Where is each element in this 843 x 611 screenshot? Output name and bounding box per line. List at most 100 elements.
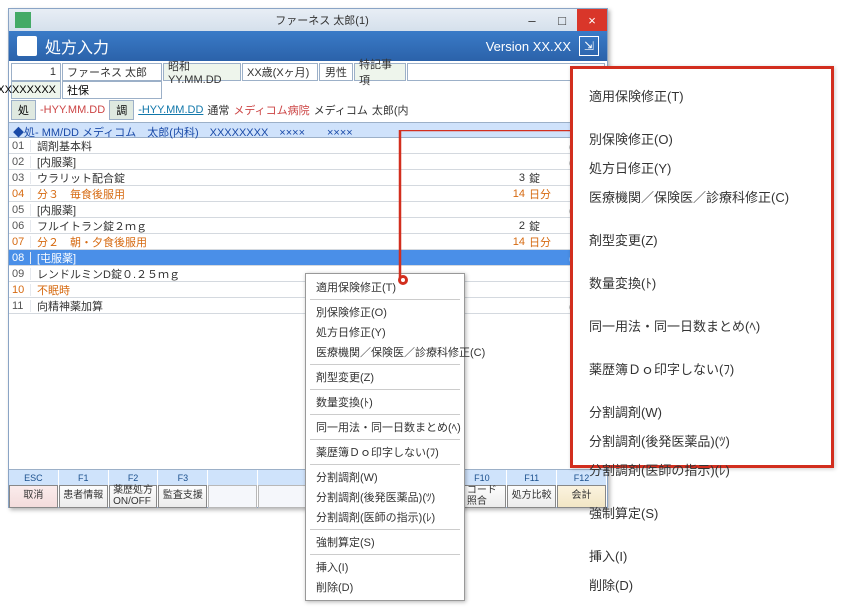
context-menu-item[interactable]: 薬歴簿Ｄｏ印字しない(ﾌ) <box>306 442 464 462</box>
context-menu-item[interactable]: 数量変換(ﾄ) <box>306 392 464 412</box>
enlarged-menu-item: 挿入(I) <box>583 541 821 570</box>
patient-dob: 昭和YY.MM.DD <box>163 63 241 81</box>
row-line-no: 09 <box>9 268 31 280</box>
header-bar: 処方入力 Version XX.XX ⇲ <box>9 31 607 61</box>
row-line-no: 08 <box>9 252 31 264</box>
prescription-line: 処 -HYY.MM.DD 調 -HYY.MM.DD 通常 メディコム病院 メディ… <box>9 100 607 122</box>
context-menu-item[interactable]: 適用保険修正(T) <box>306 277 464 297</box>
context-menu-item[interactable]: 剤型変更(Z) <box>306 367 464 387</box>
context-menu-item[interactable]: 医療機関／保険医／診療科修正(C) <box>306 342 464 362</box>
row-unit: 日分 <box>527 186 567 202</box>
table-row[interactable]: 04分３ 毎食後服用14日分 <box>9 186 607 202</box>
fkey-label: ESC <box>9 470 59 485</box>
table-row[interactable]: 01調剤基本料(基A) <box>9 138 607 154</box>
fkey-button[interactable]: 処方比較 <box>507 485 556 508</box>
table-row[interactable]: 03ウラリット配合錠3錠 <box>9 170 607 186</box>
minimize-button[interactable]: – <box>517 9 547 31</box>
table-row[interactable]: 06フルイトラン錠２ｍｇ2錠 <box>9 218 607 234</box>
patient-row-1: 1 ファーネス 太郎 昭和YY.MM.DD XX歳(Xヶ月) 男性 特記事項 <box>9 61 607 81</box>
patient-sex: 男性 <box>319 63 353 81</box>
row-desc: [内服薬] <box>31 154 467 170</box>
row-desc: 分２ 朝・夕食後服用 <box>31 234 467 250</box>
enlarged-menu-item: 数量変換(ﾄ) <box>583 268 821 297</box>
enlarged-menu-item: 削除(D) <box>583 570 821 599</box>
fkey-button[interactable]: 監査支援 <box>158 485 207 508</box>
pill-tyo: 調 <box>109 100 134 120</box>
row-line-no: 10 <box>9 284 31 296</box>
context-menu-item[interactable]: 分割調剤(後発医薬品)(ﾂ) <box>306 487 464 507</box>
patient-row-2: XXXXXXXX 社保 <box>9 81 607 100</box>
row-unit: 錠 <box>527 170 567 186</box>
version-label: Version XX.XX <box>486 39 571 54</box>
table-row[interactable]: 02[内服薬](内) <box>9 154 607 170</box>
ins-code: XXXXXXXX <box>11 81 61 99</box>
patient-age: XX歳(Xヶ月) <box>242 63 318 81</box>
table-row[interactable]: 08[屯服薬](屯) <box>9 250 607 266</box>
context-menu-item[interactable]: 分割調剤(W) <box>306 467 464 487</box>
enlarged-menu: 適用保険修正(T)別保険修正(O)処方日修正(Y)医療機関／保険医／診療科修正(… <box>570 66 834 468</box>
row-qty: 14 <box>467 236 527 248</box>
context-menu-item[interactable]: 別保険修正(O) <box>306 302 464 322</box>
doctor: 太郎(内 <box>372 102 409 118</box>
row-qty: 14 <box>467 188 527 200</box>
context-menu-item[interactable]: 処方日修正(Y) <box>306 322 464 342</box>
tyo-date: -HYY.MM.DD <box>138 104 203 116</box>
row-desc: [屯服薬] <box>31 250 467 266</box>
row-desc: フルイトラン錠２ｍｇ <box>31 218 467 234</box>
row-qty: 2 <box>467 220 527 232</box>
enlarged-menu-item: 剤型変更(Z) <box>583 225 821 254</box>
row-line-no: 06 <box>9 220 31 232</box>
title-bar: ファーネス 太郎(1) – □ × <box>9 9 607 31</box>
row-unit: 錠 <box>527 218 567 234</box>
hospital: メディコム病院 <box>233 102 309 118</box>
row-line-no: 03 <box>9 172 31 184</box>
context-menu-item[interactable]: 同一用法・同一日数まとめ(ﾍ) <box>306 417 464 437</box>
fkey-label: F1 <box>59 470 109 485</box>
context-menu-item[interactable]: 削除(D) <box>306 577 464 597</box>
row-desc: [内服薬] <box>31 202 467 218</box>
enlarged-menu-item: 医療機関／保険医／診療科修正(C) <box>583 182 821 211</box>
context-menu-item[interactable]: 挿入(I) <box>306 557 464 577</box>
enlarged-menu-item: 強制算定(S) <box>583 498 821 527</box>
fkey-button <box>208 485 257 508</box>
context-menu: 適用保険修正(T) 別保険修正(O)処方日修正(Y)医療機関／保険医／診療科修正(… <box>305 273 465 601</box>
note-label: 特記事項 <box>354 63 406 81</box>
close-button[interactable]: × <box>577 9 607 31</box>
status: 通常 <box>207 102 229 118</box>
table-row[interactable]: 07分２ 朝・夕食後服用14日分 <box>9 234 607 250</box>
ins-type: 社保 <box>62 81 162 99</box>
enlarged-menu-inner: 適用保険修正(T)別保険修正(O)処方日修正(Y)医療機関／保険医／診療科修正(… <box>573 69 831 611</box>
expand-button[interactable]: ⇲ <box>579 36 599 56</box>
row-desc: 調剤基本料 <box>31 138 467 154</box>
enlarged-menu-item: 薬歴簿Ｄｏ印字しない(ﾌ) <box>583 354 821 383</box>
context-menu-item[interactable]: 分割調剤(医師の指示)(ﾚ) <box>306 507 464 527</box>
fkey-button[interactable]: 薬歴処方ON/OFF <box>109 485 158 508</box>
enlarged-menu-item: 同一用法・同一日数まとめ(ﾍ) <box>583 311 821 340</box>
table-row[interactable]: 05[内服薬](内) <box>9 202 607 218</box>
context-menu-item[interactable]: 強制算定(S) <box>306 532 464 552</box>
screen-title: 処方入力 <box>45 34 486 58</box>
patient-name: ファーネス 太郎 <box>62 63 162 81</box>
row-line-no: 11 <box>9 300 31 312</box>
row-qty: 3 <box>467 172 527 184</box>
row-line-no: 04 <box>9 188 31 200</box>
fkey-label: F11 <box>507 470 557 485</box>
enlarged-menu-item: 処方日修正(Y) <box>583 153 821 182</box>
pill-rx: 処 <box>11 100 36 120</box>
fkey-label <box>258 470 308 485</box>
row-line-no: 02 <box>9 156 31 168</box>
row-line-no: 07 <box>9 236 31 248</box>
enlarged-menu-item: 別保険修正(O) <box>583 124 821 153</box>
row-line-no: 05 <box>9 204 31 216</box>
avatar-icon <box>17 36 37 56</box>
patient-no: 1 <box>11 63 61 81</box>
fkey-label: F3 <box>158 470 208 485</box>
enlarged-menu-item: 分割調剤(後発医薬品)(ﾂ) <box>583 426 821 455</box>
row-desc: ウラリット配合錠 <box>31 170 467 186</box>
maximize-button[interactable]: □ <box>547 9 577 31</box>
fkey-button[interactable]: 患者情報 <box>59 485 108 508</box>
fkey-button[interactable]: 取消 <box>9 485 58 508</box>
enlarged-menu-item: 分割調剤(医師の指示)(ﾚ) <box>583 455 821 484</box>
enlarged-menu-item: 分割調剤(W) <box>583 397 821 426</box>
fkey-button <box>258 485 307 508</box>
